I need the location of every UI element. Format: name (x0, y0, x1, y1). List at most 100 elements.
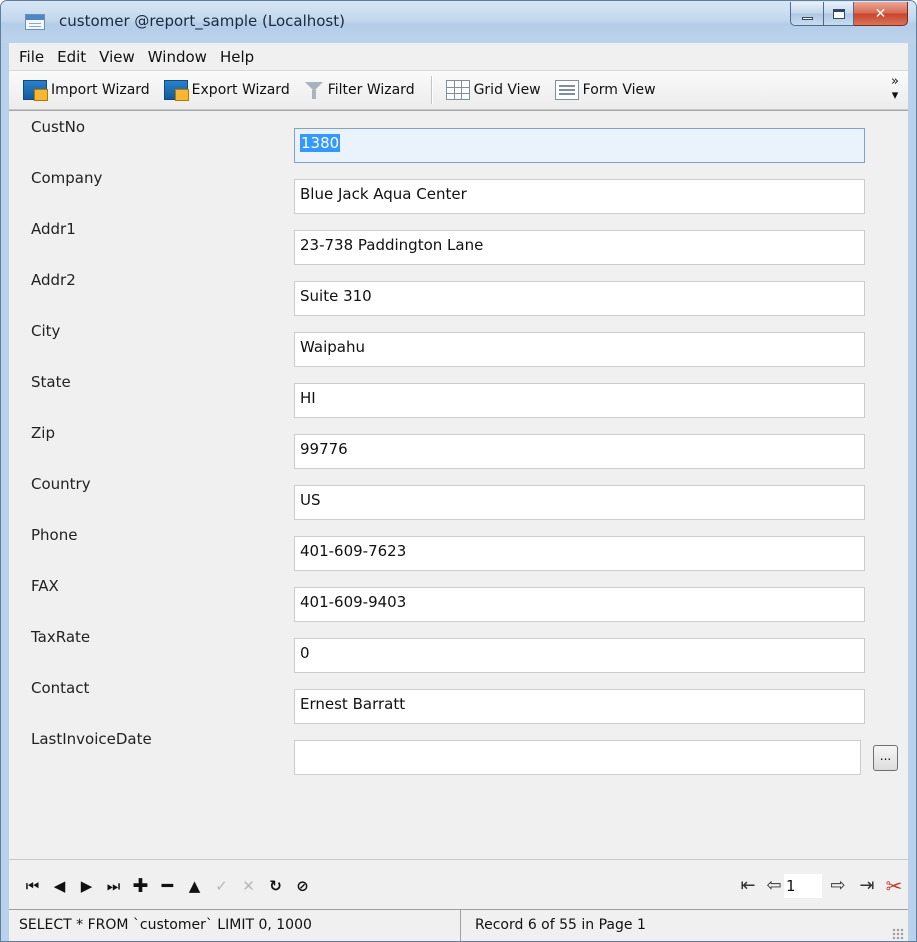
menu-bar: File Edit View Window Help (9, 43, 908, 71)
status-sql-text: SELECT * FROM `customer` LIMIT 0, 1000 (9, 910, 461, 941)
taxrate-field[interactable]: 0 (294, 638, 865, 673)
maximize-icon (832, 8, 845, 19)
record-form: CustNo 1380 Company Blue Jack Aqua Cente… (9, 110, 908, 859)
export-wizard-label: Export Wizard (191, 82, 290, 98)
window-controls: ✕ (790, 2, 908, 26)
menu-window[interactable]: Window (148, 48, 213, 66)
page-number-input[interactable] (784, 874, 822, 898)
field-label-fax: FAX (31, 577, 59, 595)
form-row-city: City Waipahu (9, 315, 908, 367)
field-label-zip: Zip (31, 424, 55, 442)
last-record-icon[interactable]: ⏭ (100, 876, 127, 896)
stop-icon[interactable]: ⊘ (289, 876, 316, 896)
phone-field[interactable]: 401-609-7623 (294, 536, 865, 571)
addr2-field[interactable]: Suite 310 (294, 281, 865, 316)
next-record-icon[interactable]: ▶ (73, 876, 100, 896)
field-label-state: State (31, 373, 71, 391)
minimize-button[interactable] (790, 2, 824, 26)
country-field[interactable]: US (294, 485, 865, 520)
status-record-text: Record 6 of 55 in Page 1 (475, 917, 646, 933)
window-title: customer @report_sample (Localhost) (59, 12, 345, 30)
menu-file[interactable]: File (19, 48, 50, 66)
toolbar-overflow-button[interactable]: » ▾ (884, 75, 906, 103)
insert-record-icon[interactable]: ✚ (127, 876, 154, 896)
form-row-addr2: Addr2 Suite 310 (9, 264, 908, 316)
chevron-double-right-icon: » (891, 74, 899, 89)
resize-grip-icon[interactable] (892, 928, 904, 940)
field-label-company: Company (31, 169, 103, 187)
form-row-contact: Contact Ernest Barratt (9, 672, 908, 724)
field-label-city: City (31, 322, 61, 340)
delete-record-icon[interactable]: ━ (154, 876, 181, 896)
fax-field[interactable]: 401-609-9403 (294, 587, 865, 622)
filter-wizard-label: Filter Wizard (327, 82, 415, 98)
field-label-addr2: Addr2 (31, 271, 76, 289)
field-label-lastinvoicedate: LastInvoiceDate (31, 730, 152, 748)
previous-page-icon[interactable]: ⇦ (764, 874, 784, 898)
export-wizard-icon (163, 80, 189, 101)
table-icon (25, 14, 45, 30)
prior-record-icon[interactable]: ◀ (46, 876, 73, 896)
filter-wizard-button[interactable]: Filter Wizard (300, 75, 419, 105)
cancel-edit-icon[interactable]: ✕ (235, 876, 262, 896)
field-label-custno: CustNo (31, 118, 86, 136)
form-view-label: Form View (582, 82, 656, 98)
form-row-country: Country US (9, 468, 908, 520)
tools-icon[interactable]: ✂ (880, 873, 908, 899)
form-view-button[interactable]: Form View (551, 75, 660, 105)
grid-view-label: Grid View (473, 82, 541, 98)
contact-field[interactable]: Ernest Barratt (294, 689, 865, 724)
company-field[interactable]: Blue Jack Aqua Center (294, 179, 865, 214)
form-row-fax: FAX 401-609-9403 (9, 570, 908, 622)
state-field[interactable]: HI (294, 383, 865, 418)
form-view-icon (554, 80, 579, 100)
form-row-addr1: Addr1 23-738 Paddington Lane (9, 213, 908, 265)
close-button[interactable]: ✕ (854, 2, 908, 26)
field-label-taxrate: TaxRate (31, 628, 91, 646)
custno-value: 1380 (300, 134, 341, 152)
page-navigator: ⇤ ⇦ ⇨ ⇥ ✂ (732, 873, 908, 899)
date-picker-button[interactable]: ... (873, 745, 898, 771)
field-label-phone: Phone (31, 526, 78, 544)
form-row-taxrate: TaxRate 0 (9, 621, 908, 673)
minimize-icon (801, 16, 813, 20)
post-edit-icon[interactable]: ✓ (208, 876, 235, 896)
grid-view-button[interactable]: Grid View (442, 75, 545, 105)
menu-edit[interactable]: Edit (57, 48, 92, 66)
filter-icon (304, 80, 324, 100)
addr1-field[interactable]: 23-738 Paddington Lane (294, 230, 865, 265)
field-label-contact: Contact (31, 679, 90, 697)
zip-field[interactable]: 99776 (294, 434, 865, 469)
import-wizard-icon (23, 80, 48, 101)
form-row-lastinvoicedate: LastInvoiceDate ... (9, 723, 908, 775)
form-row-state: State HI (9, 366, 908, 418)
menu-view[interactable]: View (99, 48, 141, 66)
import-wizard-button[interactable]: Import Wizard (19, 75, 154, 105)
first-page-icon[interactable]: ⇤ (732, 874, 764, 898)
last-page-icon[interactable]: ⇥ (854, 874, 880, 898)
maximize-button[interactable] (824, 2, 854, 26)
edit-record-icon[interactable]: ▲ (181, 876, 208, 896)
field-label-addr1: Addr1 (31, 220, 76, 238)
close-icon: ✕ (874, 5, 887, 22)
lastinvoicedate-field[interactable] (294, 740, 861, 775)
navigator-buttons: ⏮ ◀ ▶ ⏭ ✚ ━ ▲ ✓ ✕ ↻ ⊘ (19, 876, 316, 896)
record-navigator: ⏮ ◀ ▶ ⏭ ✚ ━ ▲ ✓ ✕ ↻ ⊘ ⇤ ⇦ ⇨ ⇥ ✂ (9, 859, 908, 909)
next-page-icon[interactable]: ⇨ (822, 874, 854, 898)
title-bar[interactable]: customer @report_sample (Localhost) ✕ (1, 1, 916, 43)
app-window: customer @report_sample (Localhost) ✕ Fi… (0, 0, 917, 942)
status-bar: SELECT * FROM `customer` LIMIT 0, 1000 R… (9, 909, 908, 941)
refresh-icon[interactable]: ↻ (262, 876, 289, 896)
toolbar-separator (430, 76, 432, 104)
custno-field[interactable]: 1380 (294, 128, 865, 163)
toolbar: Import Wizard Export Wizard Filter Wizar… (9, 71, 908, 110)
export-wizard-button[interactable]: Export Wizard (160, 75, 294, 105)
grid-view-icon (445, 80, 470, 100)
menu-help[interactable]: Help (220, 48, 260, 66)
city-field[interactable]: Waipahu (294, 332, 865, 367)
first-record-icon[interactable]: ⏮ (19, 876, 46, 896)
form-row-zip: Zip 99776 (9, 417, 908, 469)
field-label-country: Country (31, 475, 91, 493)
form-row-company: Company Blue Jack Aqua Center (9, 162, 908, 214)
form-row-phone: Phone 401-609-7623 (9, 519, 908, 571)
